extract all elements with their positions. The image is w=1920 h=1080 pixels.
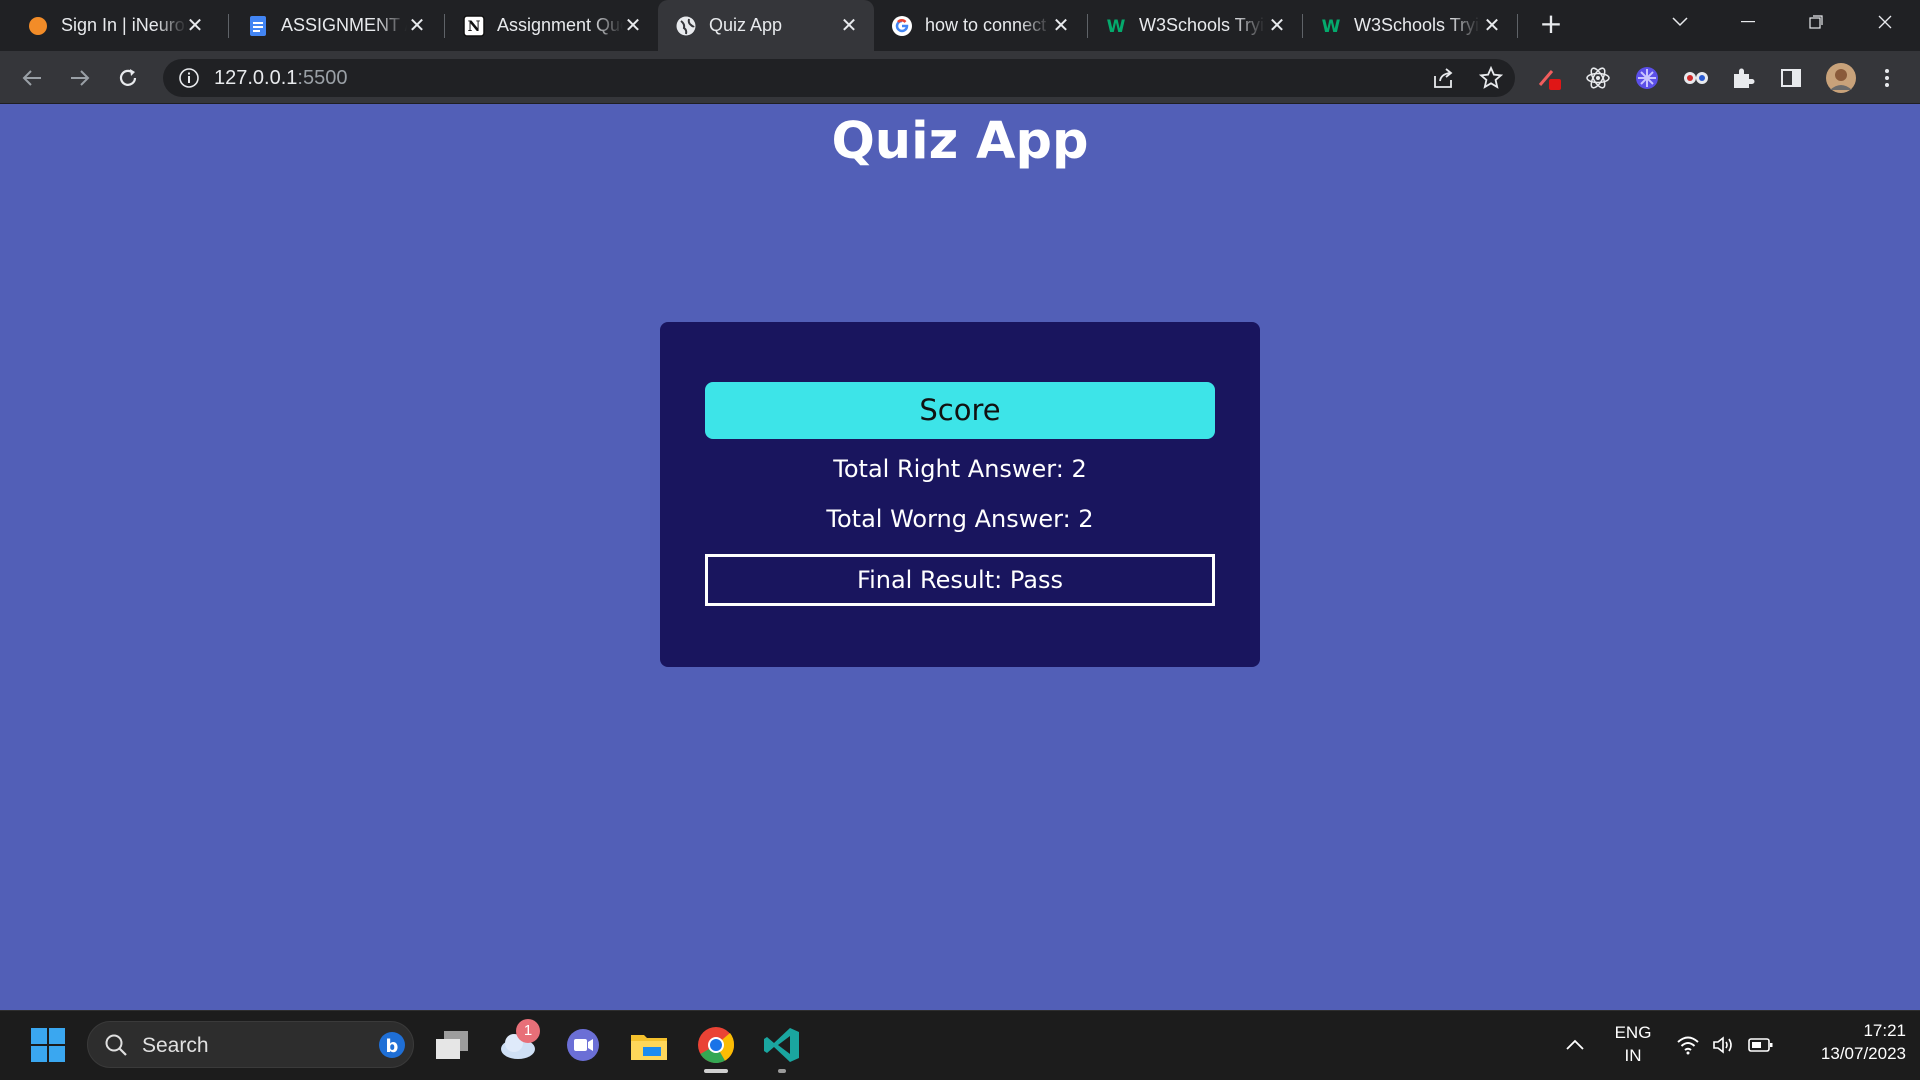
pen-extension-icon[interactable] (1536, 65, 1562, 91)
svg-text:W: W (1107, 17, 1126, 37)
active-app-indicator (704, 1069, 728, 1073)
page-title: Quiz App (831, 112, 1089, 171)
tab-title: how to connect (925, 15, 1047, 35)
browser-menu-icon[interactable] (1874, 65, 1900, 91)
google-icon (891, 15, 913, 37)
site-info-icon[interactable] (178, 67, 200, 89)
total-right-answers: Total Right Answer: 2 (833, 455, 1087, 483)
chrome-icon[interactable] (694, 1023, 738, 1067)
task-view-icon[interactable] (430, 1023, 474, 1067)
score-button[interactable]: Score (705, 382, 1215, 439)
share-icon[interactable] (1431, 66, 1455, 90)
google-docs-icon (247, 15, 269, 37)
extensions-puzzle-icon[interactable] (1730, 65, 1756, 91)
restore-button[interactable] (1786, 0, 1846, 44)
side-panel-icon[interactable] (1778, 65, 1804, 91)
language-indicator[interactable]: ENG (1605, 1023, 1661, 1043)
final-result: Final Result: Pass (705, 554, 1215, 606)
close-icon[interactable]: ✕ (622, 14, 644, 36)
avatar[interactable] (1825, 62, 1857, 94)
url-text: 127.0.0.1:5500 (214, 67, 347, 90)
color-extension-icon[interactable] (1634, 65, 1660, 91)
tab-google-search[interactable]: how to connect ✕ (874, 0, 1086, 51)
search-icon (104, 1033, 128, 1061)
globe-icon (675, 15, 697, 37)
tab-w3schools-2[interactable]: W W3Schools Tryit ✕ (1303, 0, 1517, 51)
ineuron-icon (27, 15, 49, 37)
tab-title: ASSIGNMENT / Google Docs (281, 15, 407, 35)
tab-search-dropdown-icon[interactable] (1650, 0, 1710, 44)
windows-start-icon[interactable] (26, 1023, 70, 1067)
tab-separator (1517, 14, 1518, 38)
open-app-indicator (778, 1069, 786, 1073)
address-bar[interactable]: 127.0.0.1:5500 (163, 59, 1515, 97)
tab-title: Sign In | iNeuron (61, 15, 187, 35)
close-icon[interactable]: ✕ (838, 14, 860, 36)
tab-title: Assignment Questions (497, 15, 623, 35)
w3schools-icon: W (1320, 15, 1342, 37)
region-indicator[interactable]: IN (1605, 1046, 1661, 1066)
teams-chat-icon[interactable] (561, 1023, 605, 1067)
search-placeholder: Search (142, 1034, 209, 1057)
tab-strip: Sign In | iNeuron ✕ ASSIGNMENT / Google … (0, 0, 1920, 51)
tab-title: W3Schools Tryit (1139, 15, 1265, 35)
glasses-extension-icon[interactable] (1682, 65, 1708, 91)
tab-w3schools-1[interactable]: W W3Schools Tryit ✕ (1088, 0, 1302, 51)
react-devtools-icon[interactable] (1585, 65, 1611, 91)
browser-toolbar: 127.0.0.1:5500 (0, 51, 1920, 104)
minimize-button[interactable] (1718, 0, 1778, 44)
close-window-button[interactable] (1855, 0, 1915, 44)
tab-quiz-app[interactable]: Quiz App ✕ (658, 0, 874, 51)
svg-text:W: W (1322, 17, 1341, 37)
total-wrong-answers: Total Worng Answer: 2 (826, 505, 1094, 533)
w3schools-icon: W (1105, 15, 1127, 37)
tab-separator (444, 14, 445, 38)
close-icon[interactable]: ✕ (1266, 14, 1288, 36)
close-icon[interactable]: ✕ (1050, 14, 1072, 36)
notion-icon: N (463, 14, 485, 37)
tab-separator (228, 14, 229, 38)
svg-text:b: b (386, 1036, 399, 1057)
bing-icon[interactable]: b (377, 1030, 407, 1064)
url-port: :5500 (297, 67, 348, 89)
score-card: Score Total Right Answer: 2 Total Worng … (660, 322, 1260, 667)
close-icon[interactable]: ✕ (406, 14, 428, 36)
new-tab-button[interactable]: + (1536, 10, 1566, 40)
tab-title: W3Schools Tryit (1354, 15, 1480, 35)
bookmark-star-icon[interactable] (1478, 65, 1504, 90)
back-button[interactable] (17, 63, 47, 93)
clock-time[interactable]: 17:21 (1788, 1021, 1906, 1041)
svg-text:N: N (468, 19, 481, 35)
close-icon[interactable]: ✕ (1481, 14, 1503, 36)
show-hidden-icons-chevron-icon[interactable] (1553, 1023, 1597, 1067)
battery-icon[interactable] (1739, 1023, 1783, 1067)
vscode-icon[interactable] (760, 1023, 804, 1067)
tab-assignment-notion[interactable]: N Assignment Questions ✕ (446, 0, 658, 51)
url-host: 127.0.0.1 (214, 67, 298, 89)
taskbar-search[interactable]: Search b (87, 1021, 414, 1068)
reload-button[interactable] (113, 63, 143, 93)
notification-badge: 1 (516, 1019, 540, 1043)
tab-assignment-docs[interactable]: ASSIGNMENT / Google Docs ✕ (230, 0, 442, 51)
tab-title: Quiz App (709, 15, 783, 35)
close-icon[interactable]: ✕ (184, 14, 206, 36)
file-explorer-icon[interactable] (627, 1023, 671, 1067)
tab-ineuron[interactable]: Sign In | iNeuron ✕ (10, 0, 220, 51)
windows-taskbar: Search b 1 ENG IN 17:21 13/07/2023 (0, 1010, 1920, 1080)
clock-date[interactable]: 13/07/2023 (1788, 1044, 1906, 1064)
forward-button[interactable] (65, 63, 95, 93)
